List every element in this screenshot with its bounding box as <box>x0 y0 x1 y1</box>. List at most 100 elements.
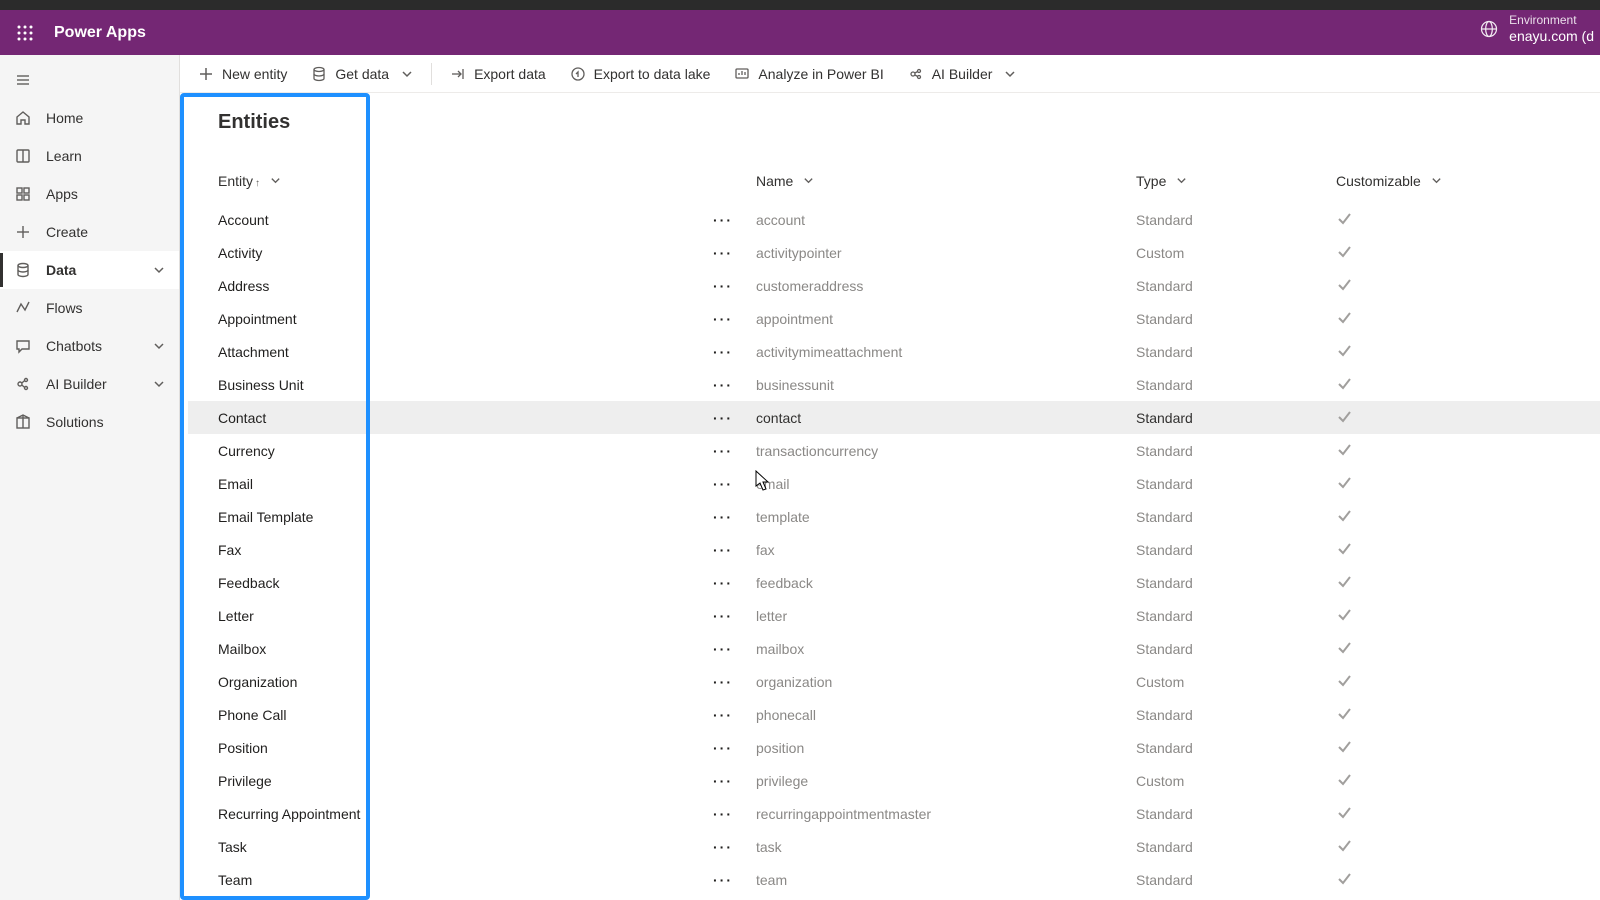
check-icon <box>1336 738 1352 754</box>
column-entity[interactable]: Entity↑ <box>188 163 698 203</box>
cell-entity: Letter <box>188 599 698 632</box>
cell-name: template <box>748 500 1128 533</box>
cell-name: letter <box>748 599 1128 632</box>
table-row[interactable]: Position···positionStandard <box>188 731 1600 764</box>
table-row[interactable]: Currency···transactioncurrencyStandard <box>188 434 1600 467</box>
sidebar-item-label: Flows <box>46 300 83 316</box>
table-row[interactable]: Recurring Appointment···recurringappoint… <box>188 797 1600 830</box>
row-more-button[interactable]: ··· <box>698 632 748 665</box>
waffle-button[interactable] <box>8 16 42 50</box>
table-row[interactable]: Activity···activitypointerCustom <box>188 236 1600 269</box>
column-type[interactable]: Type <box>1128 163 1328 203</box>
check-icon <box>1336 408 1352 424</box>
cell-type: Standard <box>1128 533 1328 566</box>
sidebar-item-solutions[interactable]: Solutions <box>0 403 179 441</box>
table-row[interactable]: Task···taskStandard <box>188 830 1600 863</box>
waffle-icon <box>16 24 34 42</box>
table-row[interactable]: Email Template···templateStandard <box>188 500 1600 533</box>
row-more-button[interactable]: ··· <box>698 764 748 797</box>
row-more-button[interactable]: ··· <box>698 665 748 698</box>
table-row[interactable]: Organization···organizationCustom <box>188 665 1600 698</box>
sidebar-item-data[interactable]: Data <box>0 251 179 289</box>
row-more-button[interactable]: ··· <box>698 566 748 599</box>
cell-customizable <box>1328 236 1600 269</box>
row-more-button[interactable]: ··· <box>698 599 748 632</box>
table-row[interactable]: Phone Call···phonecallStandard <box>188 698 1600 731</box>
table-row[interactable]: Feedback···feedbackStandard <box>188 566 1600 599</box>
export-lake-button[interactable]: Export to data lake <box>560 57 721 91</box>
cell-entity: Activity <box>188 236 698 269</box>
table-row[interactable]: Attachment···activitymimeattachmentStand… <box>188 335 1600 368</box>
column-name[interactable]: Name <box>748 163 1128 203</box>
ai-builder-button[interactable]: AI Builder <box>898 57 1027 91</box>
mouse-cursor-icon <box>755 470 771 492</box>
column-customizable[interactable]: Customizable <box>1328 163 1600 203</box>
new-entity-label: New entity <box>222 66 287 82</box>
cell-entity: Contact <box>188 401 698 434</box>
table-row[interactable]: Appointment···appointmentStandard <box>188 302 1600 335</box>
sidebar-item-label: Solutions <box>46 414 104 430</box>
check-icon <box>1336 309 1352 325</box>
table-row[interactable]: Fax···faxStandard <box>188 533 1600 566</box>
cell-name: team <box>748 863 1128 896</box>
sidebar-item-chatbots[interactable]: Chatbots <box>0 327 179 365</box>
sidebar-item-label: Chatbots <box>46 338 102 354</box>
row-more-button[interactable]: ··· <box>698 533 748 566</box>
sidebar-item-flows[interactable]: Flows <box>0 289 179 327</box>
table-row[interactable]: Privilege···privilegeCustom <box>188 764 1600 797</box>
row-more-button[interactable]: ··· <box>698 203 748 236</box>
row-more-button[interactable]: ··· <box>698 467 748 500</box>
row-more-button[interactable]: ··· <box>698 335 748 368</box>
sidebar-item-aibuilder[interactable]: AI Builder <box>0 365 179 403</box>
app-title: Power Apps <box>54 24 146 42</box>
new-entity-button[interactable]: New entity <box>188 57 297 91</box>
chevron-down-icon <box>153 340 165 352</box>
table-row[interactable]: Team···teamStandard <box>188 863 1600 896</box>
row-more-button[interactable]: ··· <box>698 302 748 335</box>
row-more-button[interactable]: ··· <box>698 401 748 434</box>
row-more-button[interactable]: ··· <box>698 236 748 269</box>
row-more-button[interactable]: ··· <box>698 368 748 401</box>
row-more-button[interactable]: ··· <box>698 797 748 830</box>
chevron-down-icon <box>270 175 281 186</box>
row-more-button[interactable]: ··· <box>698 434 748 467</box>
cell-type: Standard <box>1128 797 1328 830</box>
table-row[interactable]: Letter···letterStandard <box>188 599 1600 632</box>
table-row[interactable]: Email···emailStandard <box>188 467 1600 500</box>
row-more-button[interactable]: ··· <box>698 269 748 302</box>
table-row[interactable]: Business Unit···businessunitStandard <box>188 368 1600 401</box>
sidebar-item-hamburger[interactable] <box>0 61 179 99</box>
book-icon <box>14 147 32 165</box>
row-more-button[interactable]: ··· <box>698 500 748 533</box>
get-data-button[interactable]: Get data <box>301 57 423 91</box>
check-icon <box>1336 705 1352 721</box>
row-more-button[interactable]: ··· <box>698 830 748 863</box>
table-row[interactable]: Account···accountStandard <box>188 203 1600 236</box>
cell-customizable <box>1328 698 1600 731</box>
check-icon <box>1336 276 1352 292</box>
cell-name: customeraddress <box>748 269 1128 302</box>
cell-entity: Email <box>188 467 698 500</box>
sidebar-item-home[interactable]: Home <box>0 99 179 137</box>
analyze-powerbi-button[interactable]: Analyze in Power BI <box>724 57 893 91</box>
sidebar-item-label: AI Builder <box>46 376 107 392</box>
cell-customizable <box>1328 599 1600 632</box>
table-row[interactable]: Mailbox···mailboxStandard <box>188 632 1600 665</box>
menu-icon <box>14 71 32 89</box>
sidebar-item-label: Apps <box>46 186 78 202</box>
environment-picker[interactable]: Environment enayu.com (d <box>1479 14 1594 44</box>
table-row[interactable]: Contact···contactStandard <box>188 401 1600 434</box>
check-icon <box>1336 606 1352 622</box>
row-more-button[interactable]: ··· <box>698 731 748 764</box>
cell-customizable <box>1328 533 1600 566</box>
table-row[interactable]: Address···customeraddressStandard <box>188 269 1600 302</box>
sidebar-item-learn[interactable]: Learn <box>0 137 179 175</box>
row-more-button[interactable]: ··· <box>698 698 748 731</box>
cell-type: Standard <box>1128 731 1328 764</box>
sidebar-item-apps[interactable]: Apps <box>0 175 179 213</box>
check-icon <box>1336 210 1352 226</box>
export-data-button[interactable]: Export data <box>440 57 556 91</box>
row-more-button[interactable]: ··· <box>698 863 748 896</box>
sidebar-item-create[interactable]: Create <box>0 213 179 251</box>
check-icon <box>1336 837 1352 853</box>
